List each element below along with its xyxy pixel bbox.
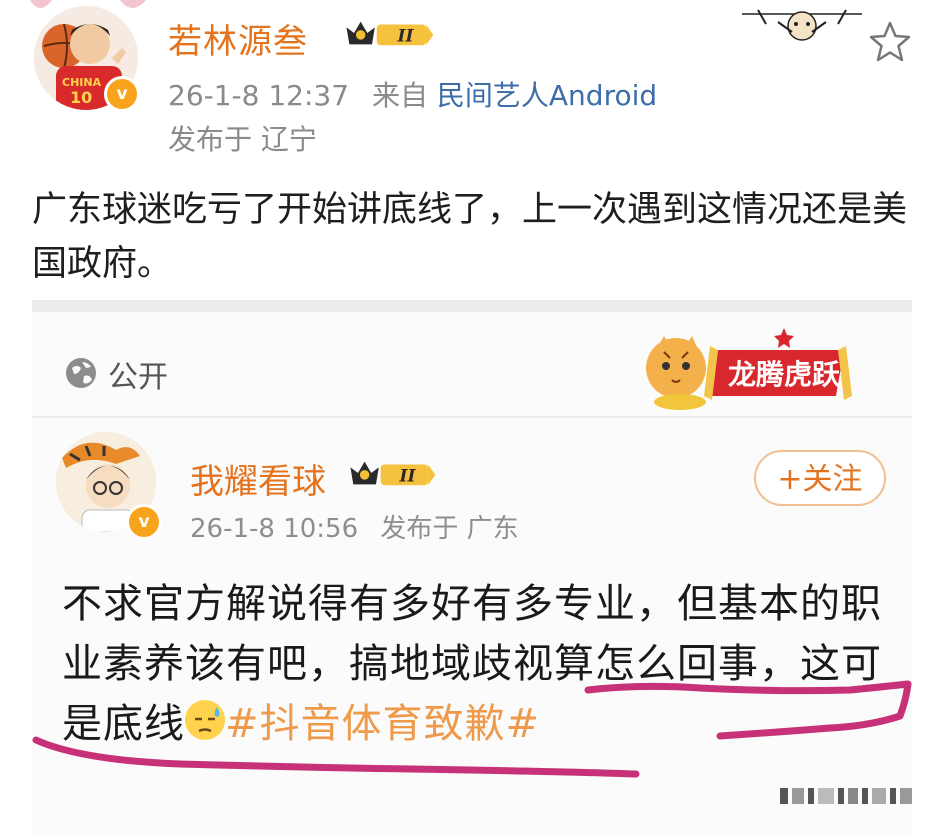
- author-location: 发布于 广东: [380, 514, 519, 544]
- follow-button[interactable]: +关注: [754, 450, 886, 506]
- embedded-post-text: 不求官方解说得有多好有多专业，但基本的职业素养该有吧，搞地域歧视算怎么回事，这可…: [62, 574, 902, 754]
- author-verified-icon: v: [126, 504, 162, 540]
- globe-icon: [66, 358, 96, 388]
- level-badge-text: II: [397, 27, 415, 47]
- visibility-label: 公开: [108, 360, 168, 395]
- cartoon-sticker: [738, 2, 866, 42]
- watermark-bars: [780, 788, 912, 804]
- author-crown-badge-icon: II: [350, 461, 436, 487]
- star-icon[interactable]: [866, 18, 914, 66]
- crown-badge-icon: II: [346, 21, 434, 47]
- post-time: 26-1-8 12:37: [168, 79, 350, 112]
- post-meta: 26-1-8 12:37 来自 民间艺人Android: [168, 74, 657, 114]
- jersey-number: 10: [70, 88, 93, 107]
- sweat-emoji-icon: [185, 700, 225, 740]
- post-location: 发布于 辽宁: [168, 123, 317, 156]
- author-time: 26-1-8 10:56: [190, 514, 359, 544]
- divider: [32, 416, 912, 418]
- verified-icon: v: [104, 76, 140, 112]
- post-username[interactable]: 若林源叁: [168, 14, 308, 63]
- author-name[interactable]: 我耀看球: [190, 454, 326, 503]
- author-meta: 26-1-8 10:56 发布于 广东: [190, 508, 519, 545]
- embedded-screenshot: 公开 龙腾虎跃 v 我耀看球 II 26-1-8 10:56 发布于 广东 +关…: [32, 300, 912, 835]
- author-level-badge-text: II: [399, 467, 417, 487]
- via-label: 来自: [371, 79, 428, 112]
- festive-text: 龙腾虎跃: [728, 358, 841, 391]
- hashtag-link[interactable]: #抖音体育致歉#: [225, 701, 540, 747]
- festive-tiger-sticker: 龙腾虎跃: [646, 328, 852, 410]
- post-source-link[interactable]: 民间艺人Android: [437, 79, 657, 112]
- post-body-text: 广东球迷吃亏了开始讲底线了，上一次遇到这情况还是美国政府。: [32, 190, 908, 284]
